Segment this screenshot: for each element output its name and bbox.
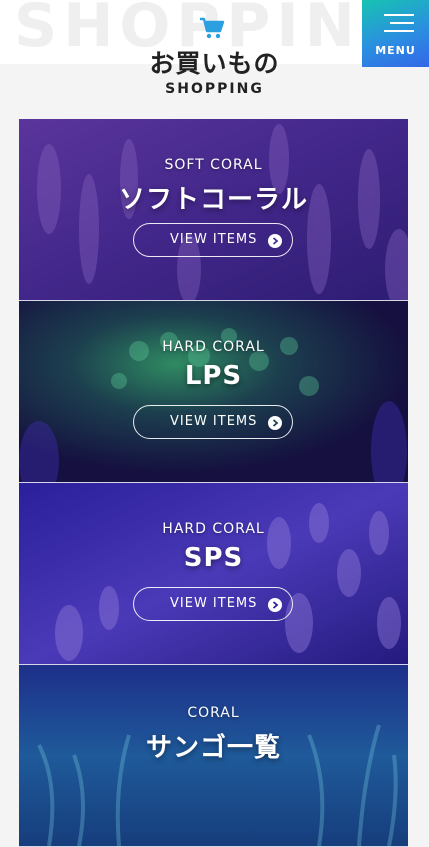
card-category-label: SOFT CORAL xyxy=(164,157,263,173)
category-card-all-coral[interactable]: CORAL サンゴ一覧 xyxy=(19,665,408,847)
menu-label: MENU xyxy=(375,44,416,57)
category-list: SOFT CORAL ソフトコーラル VIEW ITEMS HARD CORAL… xyxy=(19,119,408,847)
card-title: SPS xyxy=(183,543,244,573)
cart-icon xyxy=(200,17,225,39)
view-items-button[interactable]: VIEW ITEMS xyxy=(133,223,293,257)
view-items-label: VIEW ITEMS xyxy=(170,596,258,611)
card-title: サンゴ一覧 xyxy=(145,733,281,763)
card-background-image xyxy=(19,483,408,664)
arrow-circle-icon xyxy=(268,598,282,612)
card-category-label: HARD CORAL xyxy=(162,521,265,537)
menu-button[interactable]: MENU xyxy=(362,0,429,67)
arrow-circle-icon xyxy=(268,416,282,430)
card-category-label: CORAL xyxy=(187,705,240,721)
card-category-label: HARD CORAL xyxy=(162,339,265,355)
view-items-button[interactable]: VIEW ITEMS xyxy=(133,405,293,439)
card-title: LPS xyxy=(184,361,243,391)
card-title: ソフトコーラル xyxy=(118,185,308,215)
arrow-circle-icon xyxy=(268,234,282,248)
category-card-soft-coral[interactable]: SOFT CORAL ソフトコーラル VIEW ITEMS xyxy=(19,119,408,301)
category-card-lps[interactable]: HARD CORAL LPS VIEW ITEMS xyxy=(19,301,408,483)
card-background-image xyxy=(19,301,408,482)
page-subtitle: SHOPPING xyxy=(165,81,264,97)
view-items-label: VIEW ITEMS xyxy=(170,232,258,247)
category-card-sps[interactable]: HARD CORAL SPS VIEW ITEMS xyxy=(19,483,408,665)
view-items-label: VIEW ITEMS xyxy=(170,414,258,429)
view-items-button[interactable]: VIEW ITEMS xyxy=(133,587,293,621)
